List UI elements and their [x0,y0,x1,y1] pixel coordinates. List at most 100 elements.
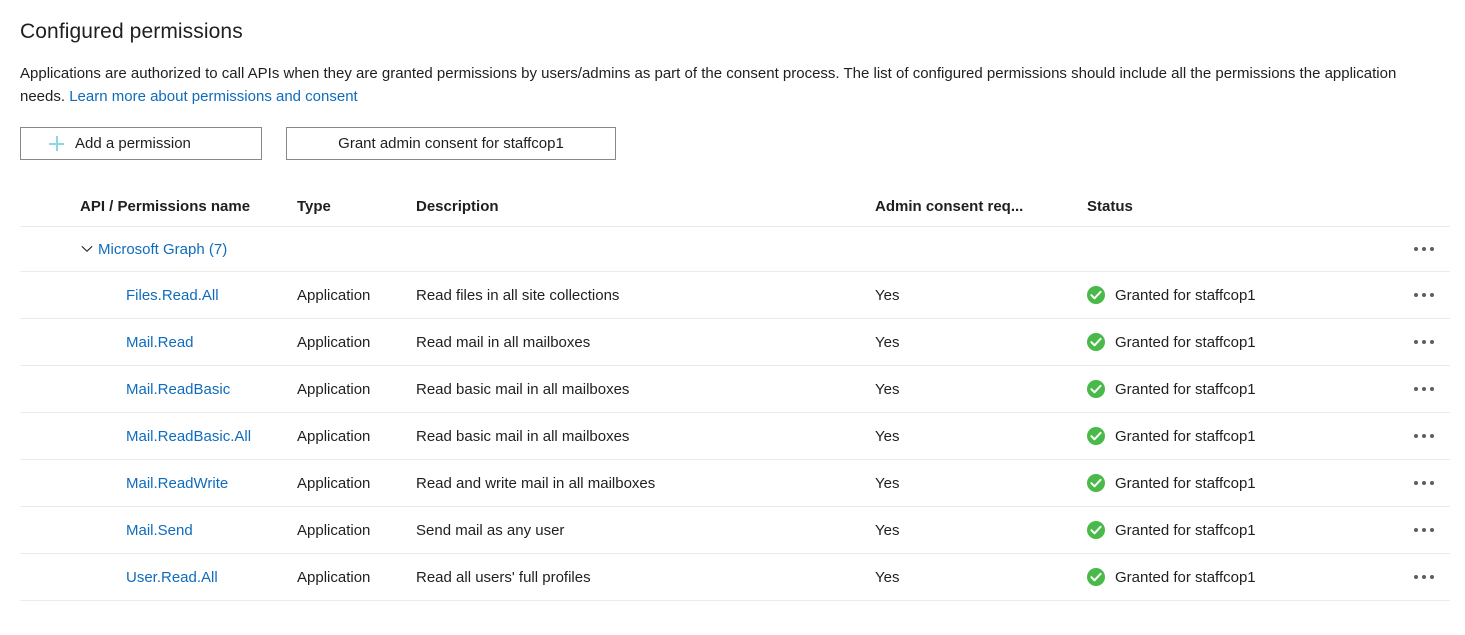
column-header-admin-consent: Admin consent req... [875,198,1087,215]
cell-status: Granted for staffcop1 [1087,474,1387,492]
group-row-menu-cell [730,239,1450,259]
ellipsis-dot [1422,481,1426,485]
cell-type: Application [297,428,416,445]
row-menu-cell [1387,520,1450,540]
group-label-microsoft-graph[interactable]: Microsoft Graph (7) [98,241,227,258]
ellipsis-dot [1422,528,1426,532]
column-header-status: Status [1087,198,1387,215]
cell-description: Read basic mail in all mailboxes [416,381,875,398]
row-menu-cell [1387,285,1450,305]
ellipsis-dot [1430,247,1434,251]
check-circle-icon [1087,333,1105,351]
ellipsis-icon[interactable] [1408,332,1440,352]
ellipsis-dot [1414,293,1418,297]
cell-admin-consent: Yes [875,334,1087,351]
cell-status: Granted for staffcop1 [1087,333,1387,351]
table-body: Files.Read.All Application Read files in… [20,272,1450,601]
ellipsis-icon[interactable] [1408,379,1440,399]
status-badge-label: Granted for staffcop1 [1115,569,1256,586]
permission-name-link[interactable]: Mail.ReadWrite [80,475,228,492]
cell-admin-consent: Yes [875,428,1087,445]
plus-icon [49,136,64,151]
cell-status: Granted for staffcop1 [1087,521,1387,539]
ellipsis-dot [1414,528,1418,532]
cell-description: Send mail as any user [416,522,875,539]
column-header-api-permissions-name: API / Permissions name [20,198,297,215]
ellipsis-dot [1414,247,1418,251]
command-bar: Add a permission Grant admin consent for… [20,108,1445,160]
column-header-type: Type [297,198,416,215]
grant-admin-consent-label: Grant admin consent for staffcop1 [338,135,564,152]
ellipsis-icon[interactable] [1408,520,1440,540]
permission-name-link[interactable]: Mail.Read [80,334,194,351]
page-title: Configured permissions [20,0,1445,44]
cell-permission-name: Mail.ReadBasic [20,381,297,398]
table-group-row-microsoft-graph: Microsoft Graph (7) [20,227,1450,272]
ellipsis-dot [1430,293,1434,297]
permission-name-link[interactable]: User.Read.All [80,569,218,586]
check-circle-icon [1087,521,1105,539]
cell-type: Application [297,334,416,351]
row-menu-cell [1387,426,1450,446]
permission-name-link[interactable]: Mail.ReadBasic [80,381,230,398]
cell-type: Application [297,287,416,304]
ellipsis-dot [1414,340,1418,344]
cell-admin-consent: Yes [875,569,1087,586]
check-circle-icon [1087,380,1105,398]
ellipsis-dot [1430,387,1434,391]
table-row[interactable]: Mail.ReadBasic Application Read basic ma… [20,366,1450,413]
status-badge-label: Granted for staffcop1 [1115,334,1256,351]
permissions-table: API / Permissions name Type Description … [20,187,1450,601]
permission-name-link[interactable]: Files.Read.All [80,287,219,304]
table-row[interactable]: Files.Read.All Application Read files in… [20,272,1450,319]
check-circle-icon [1087,427,1105,445]
page-description: Applications are authorized to call APIs… [20,44,1445,108]
ellipsis-dot [1422,575,1426,579]
cell-permission-name: Mail.Read [20,334,297,351]
cell-permission-name: Mail.ReadBasic.All [20,428,297,445]
cell-type: Application [297,569,416,586]
status-badge-label: Granted for staffcop1 [1115,475,1256,492]
ellipsis-dot [1414,387,1418,391]
ellipsis-icon[interactable] [1408,473,1440,493]
learn-more-link[interactable]: Learn more about permissions and consent [69,88,358,105]
permission-name-link[interactable]: Mail.ReadBasic.All [80,428,251,445]
status-badge-label: Granted for staffcop1 [1115,287,1256,304]
cell-admin-consent: Yes [875,287,1087,304]
cell-type: Application [297,522,416,539]
status-badge-label: Granted for staffcop1 [1115,381,1256,398]
table-header-row: API / Permissions name Type Description … [20,187,1450,227]
status-badge-label: Granted for staffcop1 [1115,522,1256,539]
row-menu-cell [1387,567,1450,587]
ellipsis-icon[interactable] [1408,239,1440,259]
table-row[interactable]: Mail.Send Application Send mail as any u… [20,507,1450,554]
ellipsis-dot [1422,247,1426,251]
ellipsis-icon[interactable] [1408,567,1440,587]
ellipsis-dot [1422,387,1426,391]
status-badge-label: Granted for staffcop1 [1115,428,1256,445]
cell-type: Application [297,475,416,492]
grant-admin-consent-button[interactable]: Grant admin consent for staffcop1 [286,127,616,160]
cell-admin-consent: Yes [875,381,1087,398]
table-row[interactable]: Mail.Read Application Read mail in all m… [20,319,1450,366]
ellipsis-dot [1414,481,1418,485]
group-expand-toggle[interactable]: Microsoft Graph (7) [20,241,227,258]
configured-permissions-page: Configured permissions Applications are … [0,0,1465,635]
cell-type: Application [297,381,416,398]
ellipsis-icon[interactable] [1408,426,1440,446]
ellipsis-dot [1430,340,1434,344]
ellipsis-dot [1430,528,1434,532]
cell-description: Read files in all site collections [416,287,875,304]
table-row[interactable]: Mail.ReadWrite Application Read and writ… [20,460,1450,507]
ellipsis-icon[interactable] [1408,285,1440,305]
table-row[interactable]: Mail.ReadBasic.All Application Read basi… [20,413,1450,460]
ellipsis-dot [1422,293,1426,297]
table-row[interactable]: User.Read.All Application Read all users… [20,554,1450,601]
check-circle-icon [1087,568,1105,586]
permission-name-link[interactable]: Mail.Send [80,522,193,539]
cell-description: Read basic mail in all mailboxes [416,428,875,445]
add-permission-button[interactable]: Add a permission [20,127,262,160]
cell-status: Granted for staffcop1 [1087,568,1387,586]
cell-permission-name: Mail.ReadWrite [20,475,297,492]
cell-status: Granted for staffcop1 [1087,286,1387,304]
